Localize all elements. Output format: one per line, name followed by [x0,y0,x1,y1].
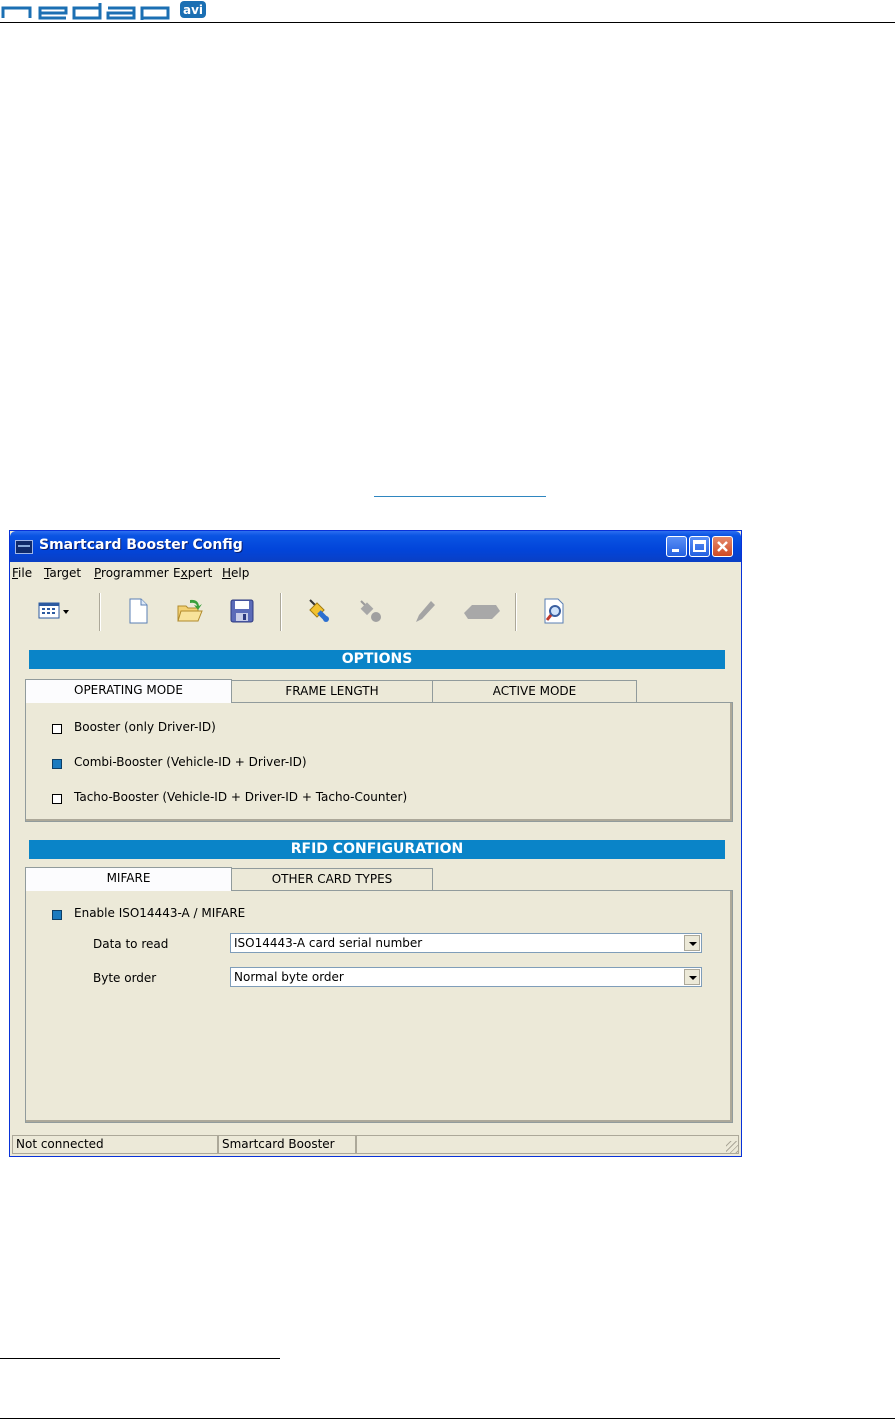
menu-expert[interactable]: Expert [173,566,212,580]
save-button[interactable] [228,597,256,625]
tacho-booster-label: Tacho-Booster (Vehicle-ID + Driver-ID + … [74,790,408,804]
minimize-button[interactable] [666,536,687,557]
app-window: Smartcard Booster Config File Target Pro… [9,530,742,1157]
tacho-booster-checkbox[interactable] [52,794,62,804]
status-bar: Not connected Smartcard Booster [10,1132,741,1156]
tab-frame-length[interactable]: FRAME LENGTH [231,680,433,702]
window-title: Smartcard Booster Config [39,537,243,553]
toolbar-separator [280,593,282,631]
byte-order-value: Normal byte order [234,970,344,984]
chevron-down-icon[interactable] [684,969,700,985]
disconnect-plug-icon [360,600,381,622]
minimize-icon [672,549,679,552]
byte-order-label: Byte order [93,971,157,985]
open-button[interactable] [176,597,204,625]
booster-checkbox[interactable] [52,724,62,734]
status-connection: Not connected [12,1135,218,1154]
operating-mode-panel: Booster (only Driver-ID) Combi-Booster (… [25,702,733,822]
tab-other-card-types[interactable]: OTHER CARD TYPES [231,868,433,890]
view-menu-button[interactable] [36,597,76,625]
enable-iso14443a-checkbox[interactable] [52,910,62,920]
menu-file[interactable]: File [12,566,32,580]
close-button[interactable] [712,536,733,557]
rfid-configuration-header: RFID CONFIGURATION [29,840,725,859]
enable-iso14443a-label: Enable ISO14443-A / MIFARE [74,906,246,920]
hyperlink-underline[interactable] [374,496,546,497]
combi-booster-checkbox[interactable] [52,759,62,769]
svg-text:avi: avi [183,3,203,17]
combi-booster-label: Combi-Booster (Vehicle-ID + Driver-ID) [74,755,307,769]
status-device: Smartcard Booster [218,1135,356,1154]
data-to-read-label: Data to read [93,937,169,951]
edit-button [410,597,438,625]
tab-active-mode[interactable]: ACTIVE MODE [432,680,637,702]
menu-programmer[interactable]: Programmer [94,566,169,580]
app-icon[interactable] [15,540,33,554]
booster-label: Booster (only Driver-ID) [74,720,216,734]
connect-button[interactable] [304,597,332,625]
maximize-icon [693,540,706,552]
menu-target[interactable]: Target [44,566,81,580]
new-file-button[interactable] [124,597,152,625]
eraser-icon [464,605,500,619]
footnote-rule [0,1358,280,1359]
byte-order-select[interactable]: Normal byte order [230,967,702,987]
close-icon [717,541,728,552]
data-to-read-select[interactable]: ISO14443-A card serial number [230,933,702,953]
maximize-button[interactable] [689,536,710,557]
data-to-read-value: ISO14443-A card serial number [234,936,423,950]
tab-mifare[interactable]: MIFARE [25,867,232,891]
menu-help[interactable]: Help [222,566,249,580]
view-menu-icon [38,602,69,619]
toolbar-separator [99,593,101,631]
new-file-icon [129,598,148,624]
tab-operating-mode[interactable]: OPERATING MODE [25,679,232,703]
open-folder-icon [177,599,203,622]
toolbar-separator [515,593,517,631]
header-rule [0,22,895,23]
preview-button[interactable] [540,597,568,625]
footer-rule [0,1418,895,1419]
resize-grip-icon[interactable] [726,1141,738,1153]
erase-button [460,597,504,625]
nedap-avi-logo: avi [0,0,210,20]
title-bar[interactable]: Smartcard Booster Config [10,531,741,562]
save-disk-icon [230,599,254,623]
chevron-down-icon[interactable] [684,935,700,951]
mifare-panel: Enable ISO14443-A / MIFARE Data to read … [25,890,733,1123]
connect-plug-icon [309,599,329,622]
menu-bar: File Target Programmer Expert Help [10,562,741,582]
options-header: OPTIONS [29,650,725,669]
preview-magnifier-icon [544,598,564,624]
status-extra [356,1135,739,1154]
pencil-icon [416,601,435,622]
disconnect-button [356,597,384,625]
